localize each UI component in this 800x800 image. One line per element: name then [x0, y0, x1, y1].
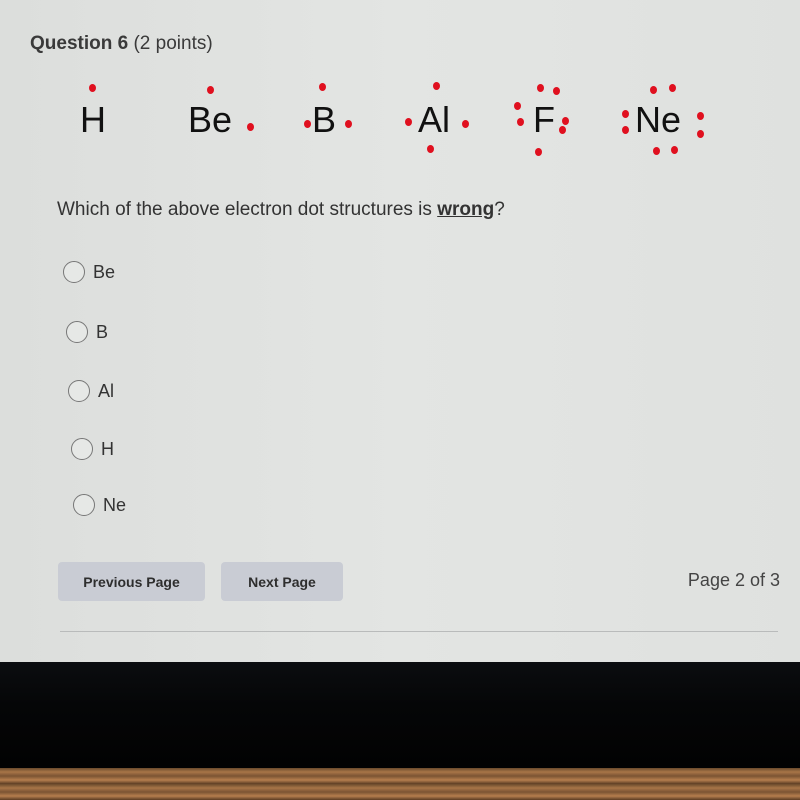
structure-ne: Ne — [635, 99, 682, 140]
radio-button[interactable] — [66, 321, 88, 343]
structure-h: H — [80, 99, 106, 140]
option-label: B — [96, 321, 109, 342]
electron-dot — [207, 86, 214, 94]
electron-dot — [622, 110, 629, 118]
electron-dot — [405, 118, 412, 126]
prompt-punctuation: ? — [494, 199, 505, 220]
electron-dot — [562, 117, 569, 125]
structure-al: Al — [418, 99, 451, 140]
electron-dot — [517, 118, 524, 126]
question-title: Question 6 — [30, 33, 129, 54]
electron-dot — [427, 145, 434, 153]
structure-b: B — [312, 99, 337, 140]
electron-dot — [669, 84, 676, 92]
electron-dot — [650, 86, 657, 94]
electron-dot — [319, 83, 326, 91]
electron-dot — [247, 123, 254, 131]
quiz-screen: Question 6 (2 points) H Be B Al F Ne Whi… — [0, 0, 800, 662]
page-indicator: Page 2 of 3 — [687, 570, 780, 590]
divider — [60, 631, 778, 632]
prompt-emphasis: wrong — [437, 199, 495, 220]
electron-dot-structures: H Be B Al F Ne — [0, 70, 800, 170]
option-al[interactable]: Al — [68, 380, 114, 402]
electron-dot — [553, 87, 560, 95]
option-ne[interactable]: Ne — [73, 494, 126, 516]
structure-be: Be — [188, 99, 233, 140]
question-points: (2 points) — [133, 33, 213, 54]
option-label: H — [101, 438, 114, 459]
monitor-bezel — [0, 662, 800, 768]
electron-dot — [345, 120, 352, 128]
radio-button[interactable] — [68, 380, 90, 402]
electron-dot — [559, 126, 566, 134]
electron-dot — [697, 112, 704, 120]
electron-dot — [537, 84, 544, 92]
electron-dot — [671, 146, 678, 154]
radio-button[interactable] — [73, 494, 95, 516]
option-label: Al — [98, 380, 115, 401]
electron-dot — [462, 120, 469, 128]
structure-f: F — [533, 99, 555, 140]
prompt-text: Which of the above electron dot structur… — [57, 199, 438, 220]
electron-dot — [535, 148, 542, 156]
electron-dot — [433, 82, 440, 90]
option-h[interactable]: H — [71, 438, 114, 460]
desk-surface — [0, 768, 800, 800]
radio-button[interactable] — [63, 261, 85, 283]
electron-dot — [89, 84, 96, 92]
question-header: Question 6 (2 points) — [30, 33, 213, 55]
option-b[interactable]: B — [66, 321, 108, 343]
electron-dot — [653, 147, 660, 155]
option-label: Be — [93, 261, 116, 282]
radio-button[interactable] — [71, 438, 93, 460]
electron-dot — [304, 120, 311, 128]
electron-dot — [697, 130, 704, 138]
question-prompt: Which of the above electron dot structur… — [57, 199, 505, 221]
previous-page-button[interactable]: Previous Page — [58, 562, 205, 601]
next-page-button[interactable]: Next Page — [221, 562, 343, 601]
electron-dot — [622, 126, 629, 134]
option-label: Ne — [103, 494, 127, 515]
electron-dot — [514, 102, 521, 110]
option-be[interactable]: Be — [63, 261, 115, 283]
